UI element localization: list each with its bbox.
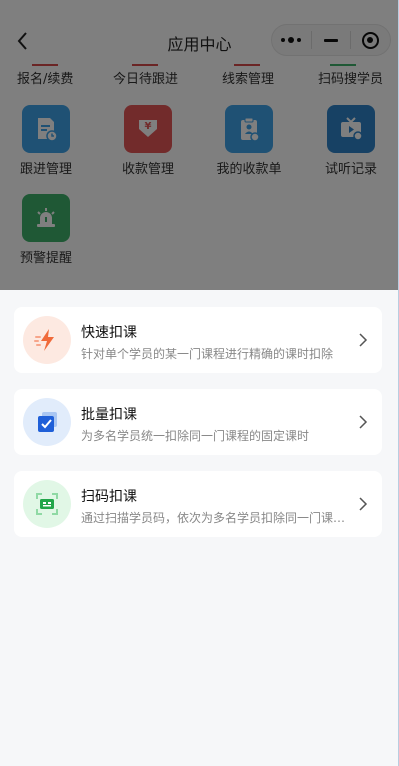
deduct-class-sheet: 快速扣课 针对单个学员的某一门课程进行精确的课时扣除 批量扣课 为多名学员统一扣…	[0, 290, 399, 766]
option-batch-deduct[interactable]: 批量扣课 为多名学员统一扣除同一门课程的固定课时	[14, 389, 382, 455]
lightning-icon	[23, 316, 71, 364]
option-scan-deduct[interactable]: 扫码扣课 通过扫描学员码，依次为多名学员扣除同一门课程的固定课时	[14, 471, 382, 537]
chevron-right-icon	[359, 333, 368, 347]
option-title: 快速扣课	[81, 325, 137, 341]
option-quick-deduct[interactable]: 快速扣课 针对单个学员的某一门课程进行精确的课时扣除	[14, 307, 382, 373]
modal-mask[interactable]	[0, 0, 399, 290]
option-description: 针对单个学员的某一门课程进行精确的课时扣除	[81, 347, 334, 361]
option-description: 为多名学员统一扣除同一门课程的固定课时	[81, 429, 310, 443]
option-title: 扫码扣课	[81, 489, 137, 505]
scan-code-icon	[23, 480, 71, 528]
option-description: 通过扫描学员码，依次为多名学员扣除同一门课程的固定课时	[81, 511, 356, 525]
chevron-right-icon	[359, 497, 368, 511]
chevron-right-icon	[359, 415, 368, 429]
batch-check-icon	[23, 398, 71, 446]
option-title: 批量扣课	[81, 407, 137, 423]
